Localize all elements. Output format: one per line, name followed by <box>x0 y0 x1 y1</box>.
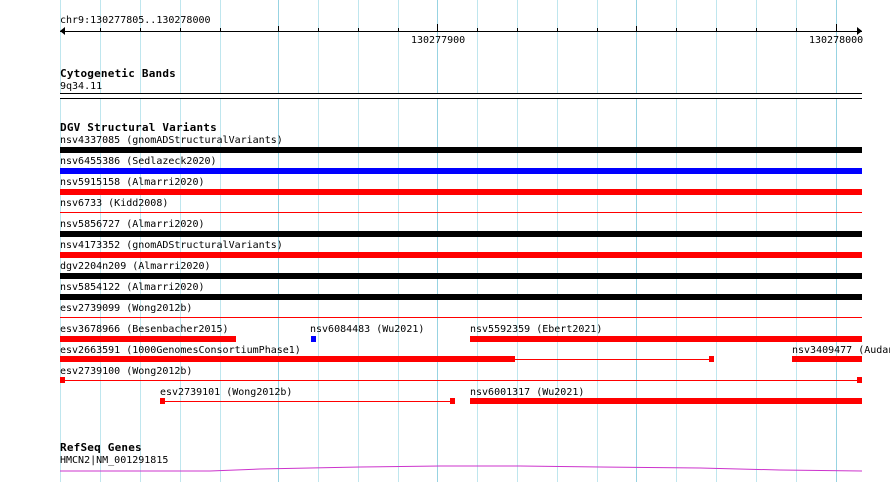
variant-feature[interactable] <box>60 168 862 174</box>
ruler-tick <box>358 28 359 32</box>
variant-feature[interactable] <box>60 336 236 342</box>
grid-line <box>437 0 438 482</box>
ruler-tick <box>636 26 637 32</box>
grid-line <box>557 0 558 482</box>
variant-label[interactable]: nsv5856727 (Almarri2020) <box>60 219 205 230</box>
ruler-tick <box>517 28 518 32</box>
variant-feature[interactable] <box>60 294 862 300</box>
gene-coverage-line[interactable] <box>60 462 862 474</box>
ruler-tick <box>756 28 757 32</box>
variant-connector <box>165 401 450 402</box>
variant-label[interactable]: nsv3409477 (Audan <box>792 345 890 356</box>
ruler-left-arrow <box>60 27 65 35</box>
variant-connector <box>515 359 710 360</box>
ruler-tick <box>398 28 399 32</box>
variant-label[interactable]: nsv5915158 (Almarri2020) <box>60 177 205 188</box>
ruler-tick-label: 130277900 <box>411 35 466 46</box>
grid-line <box>716 0 717 482</box>
ruler-tick <box>557 28 558 32</box>
variant-label[interactable]: esv2739100 (Wong2012b) <box>60 366 192 377</box>
ruler-right-arrow <box>857 27 862 35</box>
ruler-tick <box>597 28 598 32</box>
ruler-tick <box>220 28 221 32</box>
variant-block[interactable] <box>857 377 862 383</box>
variant-label[interactable]: dgv2204n209 (Almarri2020) <box>60 261 211 272</box>
grid-line <box>358 0 359 482</box>
variant-block[interactable] <box>709 356 714 362</box>
variant-feature[interactable] <box>60 252 862 258</box>
ruler-tick-major <box>437 24 438 32</box>
variant-block[interactable] <box>450 398 455 404</box>
variant-feature[interactable] <box>470 398 862 404</box>
ruler-tick-major <box>836 24 837 32</box>
track-title-refseq[interactable]: RefSeq Genes <box>60 442 142 453</box>
variant-label[interactable]: esv2739099 (Wong2012b) <box>60 303 192 314</box>
grid-line <box>756 0 757 482</box>
ruler-tick <box>676 28 677 32</box>
variant-feature[interactable] <box>60 273 862 279</box>
variant-feature[interactable] <box>311 336 316 342</box>
variant-connector <box>65 380 857 381</box>
grid-line <box>796 0 797 482</box>
variant-label[interactable]: esv3678966 (Besenbacher2015) <box>60 324 229 335</box>
variant-feature[interactable] <box>60 212 862 213</box>
variant-label[interactable]: nsv6733 (Kidd2008) <box>60 198 168 209</box>
variant-label[interactable]: nsv6001317 (Wu2021) <box>470 387 584 398</box>
grid-line <box>636 0 637 482</box>
ruler-tick <box>100 28 101 32</box>
variant-label[interactable]: nsv4337085 (gnomADStructuralVariants) <box>60 135 283 146</box>
ruler-tick <box>716 28 717 32</box>
variant-feature[interactable] <box>60 189 862 195</box>
grid-line <box>517 0 518 482</box>
variant-label[interactable]: esv2739101 (Wong2012b) <box>160 387 292 398</box>
variant-feature[interactable] <box>60 147 862 153</box>
track-title-dgv[interactable]: DGV Structural Variants <box>60 122 217 133</box>
genome-browser-view: chr9:130277805..130278000 130277900 1302… <box>0 0 890 482</box>
grid-line <box>318 0 319 482</box>
variant-feature[interactable] <box>60 356 515 362</box>
ruler-tick <box>477 28 478 32</box>
grid-line <box>676 0 677 482</box>
cytoband-label: 9q34.11 <box>60 81 103 92</box>
variant-label[interactable]: nsv6455386 (Sedlazeck2020) <box>60 156 217 167</box>
variant-feature[interactable] <box>60 231 862 237</box>
ruler-location: chr9:130277805..130278000 <box>60 15 211 26</box>
grid-line <box>597 0 598 482</box>
ruler-tick <box>180 28 181 32</box>
variant-label[interactable]: nsv5592359 (Ebert2021) <box>470 324 602 335</box>
variant-feature[interactable] <box>792 356 862 362</box>
ruler-tick-label: 130278000 <box>809 35 864 46</box>
variant-feature[interactable] <box>60 317 862 318</box>
variant-feature[interactable] <box>470 336 862 342</box>
variant-label[interactable]: esv2663591 (1000GenomesConsortiumPhase1) <box>60 345 301 356</box>
variant-label[interactable]: nsv5854122 (Almarri2020) <box>60 282 205 293</box>
variant-label[interactable]: nsv6084483 (Wu2021) <box>310 324 424 335</box>
ruler-tick <box>796 28 797 32</box>
ruler-tick <box>140 28 141 32</box>
track-title-cytoband[interactable]: Cytogenetic Bands <box>60 68 176 79</box>
grid-line <box>398 0 399 482</box>
variant-label[interactable]: nsv4173352 (gnomADStructuralVariants) <box>60 240 283 251</box>
ruler-tick <box>318 28 319 32</box>
ruler-tick <box>278 26 279 32</box>
grid-line <box>477 0 478 482</box>
cytoband-bar[interactable] <box>60 93 862 99</box>
grid-line <box>836 0 837 482</box>
